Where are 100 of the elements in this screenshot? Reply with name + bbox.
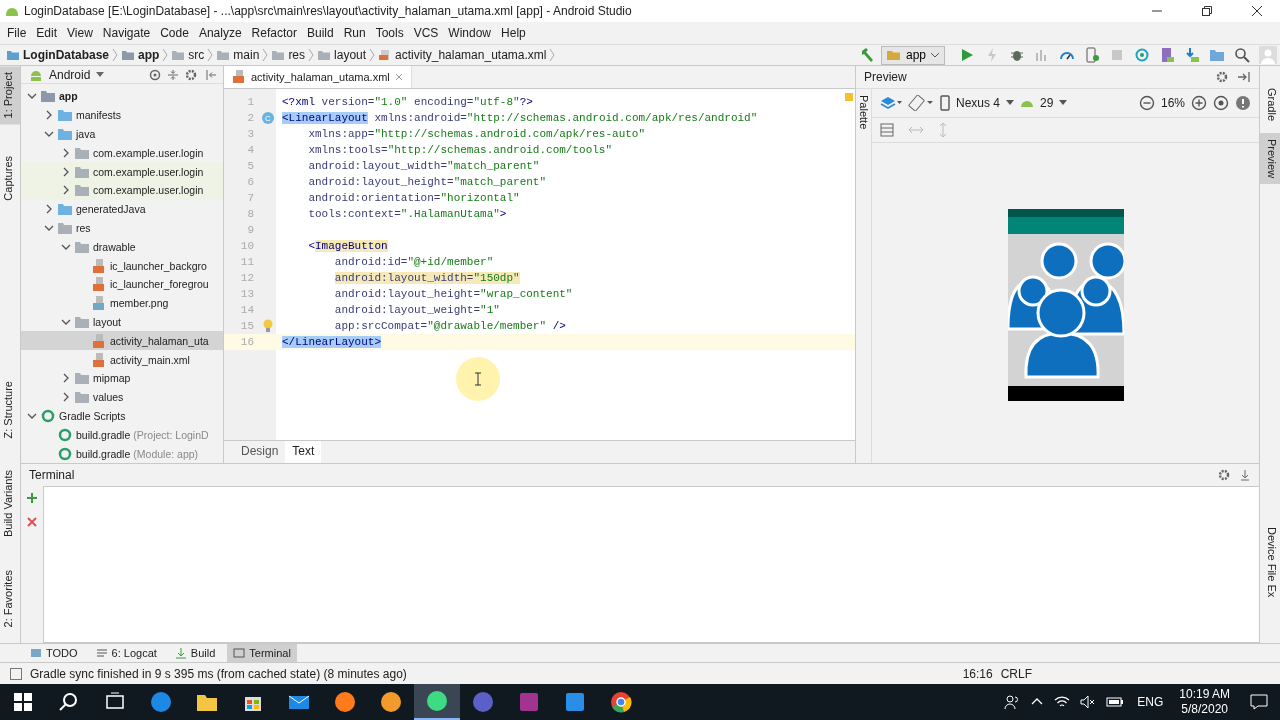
language-indicator[interactable]: ENG	[1137, 695, 1164, 709]
warning-icon[interactable]	[1235, 95, 1251, 111]
chevron-icon[interactable]	[61, 147, 71, 158]
tree-item[interactable]: build.gradle	[76, 428, 131, 441]
settings-icon[interactable]	[1215, 70, 1229, 84]
clock-date[interactable]: 5/8/2020	[1181, 702, 1228, 717]
tool-window-tab[interactable]: Build	[168, 644, 222, 662]
tool-window-tab[interactable]: Gradle	[1260, 82, 1280, 128]
target-icon[interactable]	[149, 68, 161, 81]
device-icon[interactable]	[1159, 47, 1175, 63]
tree-item[interactable]: activity_main.xml	[110, 353, 190, 366]
tool-window-tab[interactable]: 6: Logcat	[89, 644, 163, 662]
add-icon[interactable]	[26, 492, 38, 504]
tool-window-tab[interactable]: Captures	[0, 150, 20, 208]
zoom-in-icon[interactable]	[1191, 95, 1207, 111]
caret-icon[interactable]	[1059, 100, 1068, 106]
speaker-muted-icon[interactable]	[1080, 694, 1097, 710]
sync-icon[interactable]	[1134, 47, 1150, 63]
menu-item[interactable]: VCS	[408, 24, 444, 42]
fit-icon[interactable]	[1213, 95, 1229, 111]
chevron-icon[interactable]	[61, 392, 71, 403]
tree-item[interactable]: generatedJava	[76, 203, 146, 216]
editor-mode-tab[interactable]: Text	[285, 441, 322, 463]
chevron-icon[interactable]	[61, 373, 71, 384]
menu-item[interactable]: Window	[443, 24, 497, 42]
tree-item[interactable]: ic_launcher_foregrou	[110, 278, 209, 291]
tool-window-tab[interactable]: Preview	[1260, 133, 1280, 185]
tree-item[interactable]: manifests	[76, 109, 121, 122]
device-dropdown[interactable]: Nexus 4	[956, 96, 1001, 110]
chevron-icon[interactable]	[27, 411, 37, 421]
tree-item[interactable]: member.png	[110, 297, 169, 310]
tool-window-tab[interactable]: Device File Ex	[1260, 520, 1280, 603]
menu-item[interactable]: Run	[338, 24, 371, 42]
phone-icon[interactable]	[940, 95, 950, 111]
menu-item[interactable]: View	[62, 24, 98, 42]
pin-icon[interactable]	[1237, 70, 1251, 84]
tool-window-tab[interactable]: Build Variants	[0, 464, 20, 544]
close-icon[interactable]	[1251, 5, 1263, 17]
breadcrumb[interactable]: activity_halaman_utama.xml	[378, 48, 547, 62]
restore-icon[interactable]	[1201, 5, 1213, 17]
list-icon[interactable]	[880, 123, 894, 137]
breadcrumb[interactable]: res	[271, 48, 306, 62]
line-separator[interactable]: CRLF	[1000, 666, 1032, 681]
breadcrumb[interactable]: main	[216, 48, 260, 62]
settings-icon[interactable]	[185, 68, 199, 81]
breadcrumb[interactable]: layout	[317, 48, 367, 62]
tool-window-tab[interactable]: TODO	[24, 644, 84, 662]
tree-item[interactable]: com.example.user.login	[93, 146, 204, 159]
chevron-icon[interactable]	[61, 185, 71, 196]
palette-tab[interactable]: Palette	[855, 89, 872, 136]
battery-icon[interactable]	[1106, 694, 1125, 710]
tool-window-tab[interactable]: 1: Project	[0, 66, 20, 125]
breadcrumb[interactable]: LoginDatabase	[6, 48, 109, 62]
tree-item[interactable]: java	[76, 128, 96, 141]
menu-item[interactable]: Build	[301, 24, 339, 42]
rotate-icon[interactable]	[908, 95, 934, 111]
project-view-dropdown[interactable]: Android	[49, 67, 91, 82]
menu-item[interactable]: Refactor	[246, 24, 302, 42]
hide-panel-icon[interactable]	[1239, 469, 1251, 481]
breadcrumb[interactable]: app	[121, 48, 160, 62]
search-icon[interactable]	[1234, 47, 1250, 63]
clock-time[interactable]: 10:19 AM	[1179, 687, 1230, 702]
menu-item[interactable]: Edit	[31, 24, 63, 42]
layers-icon[interactable]	[880, 95, 902, 111]
menu-item[interactable]: Help	[496, 24, 531, 42]
caret-position[interactable]: 16:16	[962, 666, 993, 681]
play-icon[interactable]	[959, 47, 975, 63]
chevron-icon[interactable]	[61, 317, 71, 327]
tree-item[interactable]: values	[93, 391, 124, 404]
download-icon[interactable]	[1184, 47, 1200, 63]
menu-item[interactable]: Code	[155, 24, 194, 42]
zoom-out-icon[interactable]	[1138, 95, 1155, 111]
tree-item[interactable]: app	[59, 90, 78, 103]
settings-icon[interactable]	[1217, 468, 1231, 482]
tool-window-tab[interactable]: 2: Favorites	[0, 563, 20, 633]
notification-icon[interactable]	[1250, 694, 1268, 710]
tree-item[interactable]: layout	[93, 316, 122, 328]
panel-toggle-icon[interactable]	[10, 667, 22, 680]
chevron-icon[interactable]	[61, 166, 71, 177]
collapse-icon[interactable]	[167, 68, 179, 81]
tree-item[interactable]: drawable	[93, 240, 136, 253]
menu-item[interactable]: File	[2, 24, 32, 42]
breadcrumb[interactable]: src	[171, 48, 205, 62]
tree-item[interactable]: res	[76, 222, 91, 235]
chevron-icon[interactable]	[44, 110, 54, 121]
menu-item[interactable]: Tools	[370, 24, 409, 42]
run-configuration-dropdown[interactable]: app	[880, 45, 945, 65]
caret-icon[interactable]	[96, 71, 105, 78]
chevron-icon[interactable]	[44, 204, 54, 215]
tool-window-tab[interactable]: Terminal	[227, 644, 297, 662]
phone-bug-icon[interactable]	[1084, 47, 1100, 63]
tree-item[interactable]: build.gradle	[76, 447, 131, 460]
api-level-dropdown[interactable]: 29	[1040, 96, 1054, 110]
tree-item[interactable]: mipmap	[93, 372, 131, 385]
caret-icon[interactable]	[1006, 100, 1015, 106]
menu-item[interactable]: Analyze	[193, 24, 247, 42]
tree-item[interactable]: Gradle Scripts	[59, 410, 126, 422]
editor-tab[interactable]: activity_halaman_utama.xml	[224, 66, 412, 88]
tool-window-tab[interactable]: Z: Structure	[0, 375, 20, 445]
app-icon[interactable]	[414, 684, 460, 720]
